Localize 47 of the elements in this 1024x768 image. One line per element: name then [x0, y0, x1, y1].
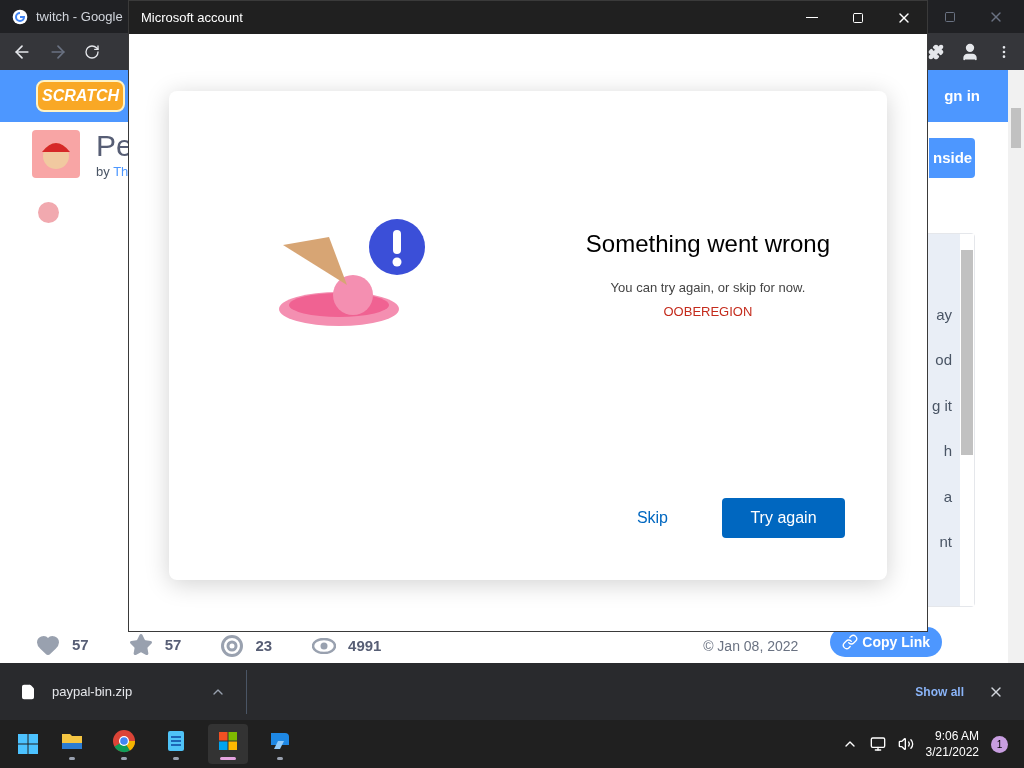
notes-text: a	[943, 486, 952, 507]
sign-in-link[interactable]: gn in	[944, 84, 980, 108]
clock-time[interactable]: 9:06 AM	[934, 728, 979, 744]
volume-icon[interactable]	[897, 736, 914, 752]
share-date: © Jan 08, 2022	[703, 637, 799, 656]
see-inside-button[interactable]: nside	[929, 138, 975, 178]
windows-start-icon[interactable]	[16, 732, 40, 756]
reload-icon[interactable]	[84, 43, 100, 60]
notification-badge[interactable]: 1	[991, 735, 1008, 753]
profile-icon[interactable]	[960, 41, 980, 62]
minimize-icon	[806, 17, 818, 18]
google-icon	[12, 8, 28, 25]
extensions-icon[interactable]	[928, 43, 944, 60]
file-icon	[20, 683, 36, 700]
stat-count: 4991	[348, 635, 382, 656]
heart-icon[interactable]	[36, 633, 60, 657]
taskbar-app[interactable]	[208, 724, 248, 764]
show-all-link[interactable]: Show all	[915, 682, 964, 701]
clock-date[interactable]: 3/21/2022	[925, 744, 979, 760]
link-icon	[842, 634, 859, 650]
notes-text: h	[943, 441, 952, 461]
spiral-icon	[221, 634, 244, 657]
download-file-name[interactable]: paypal-bin.zip	[52, 681, 133, 702]
error-message: You can try again, or skip for now.	[610, 279, 806, 297]
tab-title[interactable]: twitch - Google	[36, 6, 123, 27]
stat-count: 57	[164, 634, 182, 655]
dialog-title: Microsoft account	[141, 8, 243, 27]
error-code: OOBEREGION	[663, 302, 753, 321]
notes-text: od	[935, 350, 952, 370]
stat-count: 57	[72, 634, 89, 655]
restore-icon[interactable]	[944, 10, 956, 23]
star-icon[interactable]	[128, 633, 153, 657]
notes-text: nt	[939, 532, 952, 552]
network-icon[interactable]	[869, 736, 886, 752]
skip-button[interactable]: Skip	[612, 498, 692, 538]
chrome-icon	[112, 728, 136, 753]
maximize-icon	[852, 11, 864, 24]
notes-scrollbar[interactable]	[960, 233, 974, 606]
eye-icon	[312, 637, 337, 654]
page-scrollbar[interactable]	[1008, 70, 1024, 663]
stat-count: 23	[255, 635, 273, 656]
by-label: by	[96, 164, 110, 179]
notes-text: g it	[932, 395, 952, 416]
try-again-button[interactable]: Try again	[722, 498, 845, 538]
notes-text: ay	[936, 304, 952, 325]
error-heading: Something went wrong	[585, 229, 830, 259]
author-link[interactable]: Th	[113, 164, 129, 179]
